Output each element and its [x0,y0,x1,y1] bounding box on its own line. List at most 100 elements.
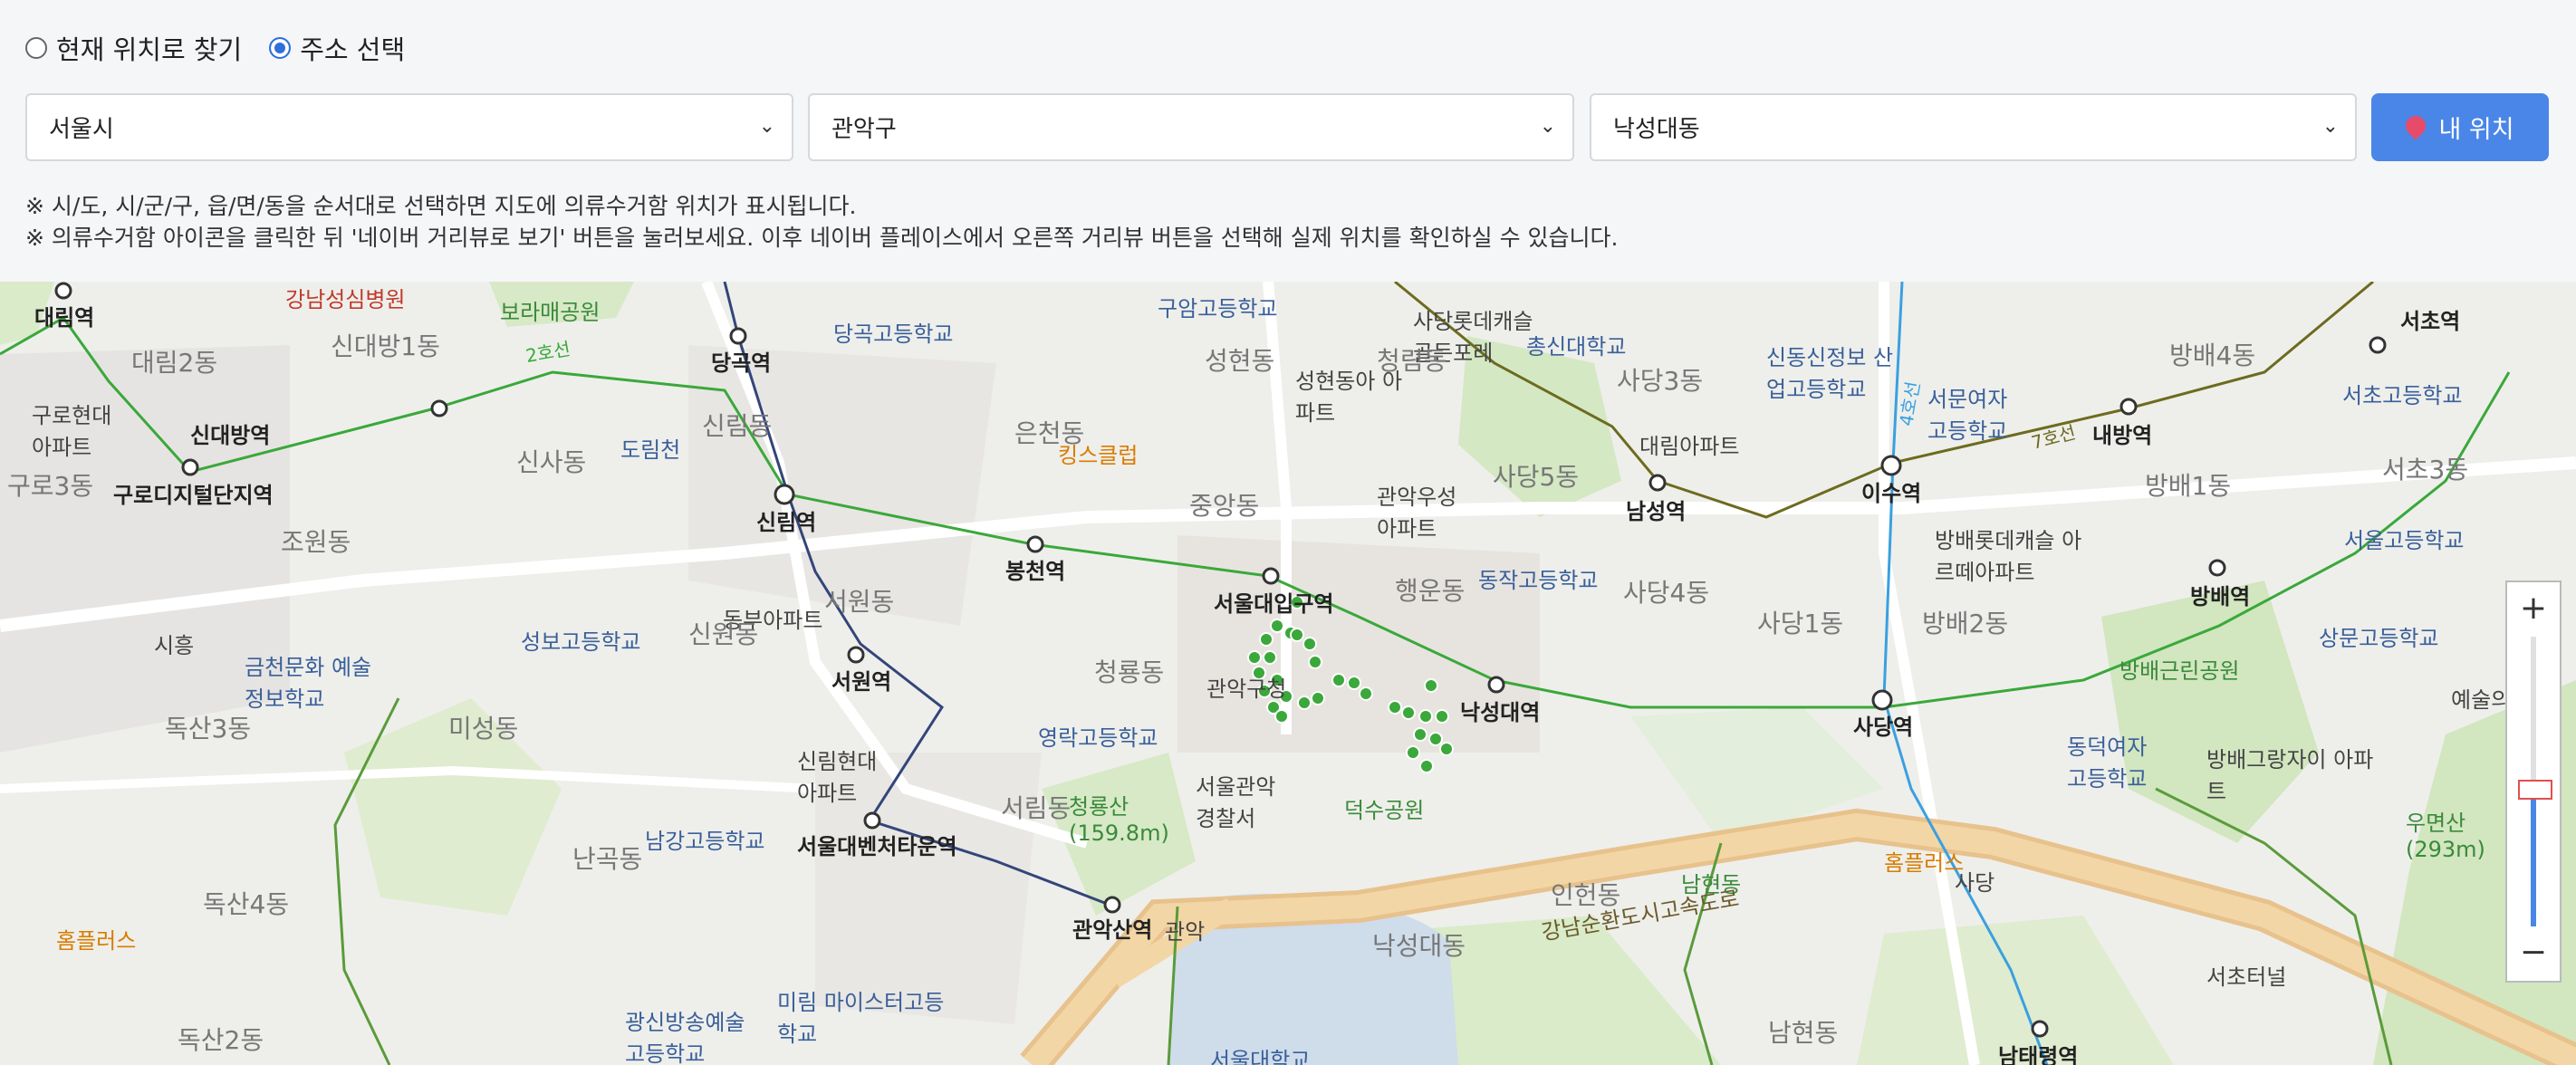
map-label: 우면산 (293m) [2406,811,2485,862]
sido-select-value: 서울시 [49,116,114,143]
map-label: 미성동 [448,714,519,744]
map-label: 서울대입구역 [1214,591,1334,617]
map-label: 서울대학교 [1210,1048,1311,1065]
map-label: 덕수공원 [1344,798,1425,823]
map-label: 구로디지털단지역 [113,483,274,508]
my-location-button-label: 내 위치 [2438,116,2514,144]
map-label: 강남성심병원 [285,287,406,312]
radio-address-select[interactable]: 주소 선택 [269,29,405,67]
map-label: 관악산역 [1072,917,1153,943]
map-label: 서울대벤처타운역 [797,834,957,859]
location-mode-group: 현재 위치로 찾기 주소 선택 [25,29,405,67]
map-label: 상문고등학교 [2319,626,2439,651]
zoom-slider-handle[interactable] [2518,780,2552,800]
map-label: 신대방1동 [331,331,440,361]
map-label: 관악우성 아파트 [1377,485,1457,542]
map-label: 독산2동 [178,1025,264,1055]
map-label: 서초역 [2400,309,2461,334]
map-label: 서림동 [1001,793,1072,823]
map-label: 조원동 [281,527,351,557]
map-label: 낙성대동 [1372,931,1466,961]
map-label: 행운동 [1395,576,1466,606]
map-label: 도림천 [620,437,681,463]
map-label: 금천문화 예술정보학교 [245,655,372,712]
map-label: 영락고등학교 [1038,725,1158,751]
dong-select[interactable]: 낙성대동 ⌄ [1590,93,2357,161]
map-pin-icon [2401,110,2430,140]
sigungu-select[interactable]: 관악구 ⌄ [808,93,1574,161]
map-label: 신림현대 아파트 [797,749,878,806]
map-label: 남태령역 [1998,1044,2079,1065]
map-label: 방배그랑자이 아파트 [2206,747,2374,804]
map-label: 서문여자 고등학교 [1927,387,2008,444]
map-label: 사당 [1955,870,1995,896]
map-label: 독산4동 [203,889,290,919]
map-label: 서원역 [831,669,892,695]
radio-current-location-dot[interactable] [25,37,47,59]
map-label: 홈플러스 [1884,850,1965,876]
dong-select-value: 낙성대동 [1613,116,1700,143]
map-label: 서원동 [824,587,895,617]
map-label: 난곡동 [572,844,643,874]
map-label: 관악구청 [1206,676,1287,702]
help-notes: ※ 시/도, 시/군/구, 읍/면/동을 순서대로 선택하면 지도에 의류수거함… [25,190,1618,254]
map-label: 사당3동 [1617,366,1704,396]
map-label: 성현동 [1205,346,1275,376]
map-label: 신림역 [756,510,817,535]
map-label: 시흥 [154,633,195,658]
map-label: 구암고등학교 [1158,296,1278,321]
map-label: 서울관악 경찰서 [1196,774,1276,831]
map-label: 방배2동 [1922,609,2009,638]
map-label: 킹스클럽 [1058,443,1139,468]
map-label: 내방역 [2092,423,2153,448]
map-label: 사당역 [1853,715,1914,740]
map-label: 독산3동 [165,714,252,744]
map-label: 남현동 [1768,1018,1839,1048]
radio-current-location[interactable]: 현재 위치로 찾기 [25,29,242,67]
map-label: 서초고등학교 [2342,383,2463,408]
radio-address-select-label: 주소 선택 [300,34,406,65]
map-label: 방배1동 [2145,471,2232,501]
map-label: 총신대학교 [1526,334,1627,360]
map-view[interactable]: 대림역 강남성심병원 보라매공원 당곡역 당곡고등학교 구암고등학교 사당롯데캐… [0,282,2576,1065]
radio-address-select-dot[interactable] [269,37,292,59]
sigungu-select-value: 관악구 [831,116,897,143]
map-label: 서초3동 [2382,455,2469,485]
map-label: 신대방역 [190,423,271,448]
map-label: 청룡동 [1094,657,1165,687]
map-label: 광신방송예술 고등학교 [625,1010,745,1065]
map-label: 서초터널 [2206,964,2287,990]
zoom-out-button[interactable]: − [2507,926,2560,979]
chevron-down-icon: ⌄ [1539,115,1556,138]
map-label: 보라매공원 [500,300,601,325]
help-note: ※ 의류수거함 아이콘을 클릭한 뒤 '네이버 거리뷰로 보기' 버튼을 눌러보… [25,225,1619,251]
chevron-down-icon: ⌄ [2321,115,2339,138]
zoom-control: + − [2505,580,2562,983]
map-label: 중앙동 [1189,491,1260,521]
map-label: 대림역 [34,305,95,331]
map-label: 미림 마이스터고등학교 [777,990,945,1047]
zoom-in-button[interactable]: + [2507,582,2560,635]
map-label: 사당1동 [1757,609,1844,638]
map-label: 당곡역 [711,350,772,376]
map-label: 신림동 [702,411,773,441]
map-label: 동작고등학교 [1478,568,1599,593]
map-label: 대림아파트 [1639,434,1740,459]
search-panel: 현재 위치로 찾기 주소 선택 서울시 ⌄ 관악구 ⌄ 낙성대동 ⌄ 내 위치 … [0,0,2576,282]
map-label: 성현동아 아파트 [1295,369,1403,426]
my-location-button[interactable]: 내 위치 [2371,93,2549,161]
map-label: 이수역 [1861,481,1922,506]
map-label: 당곡고등학교 [833,321,954,347]
map-label: 낙성대역 [1460,700,1541,725]
map-label: 사당5동 [1493,462,1580,492]
map-label: 청룡산 (159.8m) [1069,794,1169,846]
radio-current-location-label: 현재 위치로 찾기 [56,34,243,65]
map-label: 방배롯데캐슬 아르떼아파트 [1935,528,2082,585]
map-label: 동덕여자 고등학교 [2067,734,2148,792]
map-label: 홈플러스 [56,928,137,954]
map-label: 신원동 [688,619,759,649]
help-note: ※ 시/도, 시/군/구, 읍/면/동을 순서대로 선택하면 지도에 의류수거함… [25,193,857,219]
sido-select[interactable]: 서울시 ⌄ [25,93,793,161]
map-label: 구로현대 아파트 [32,403,112,460]
map-label: 신사동 [516,447,587,477]
